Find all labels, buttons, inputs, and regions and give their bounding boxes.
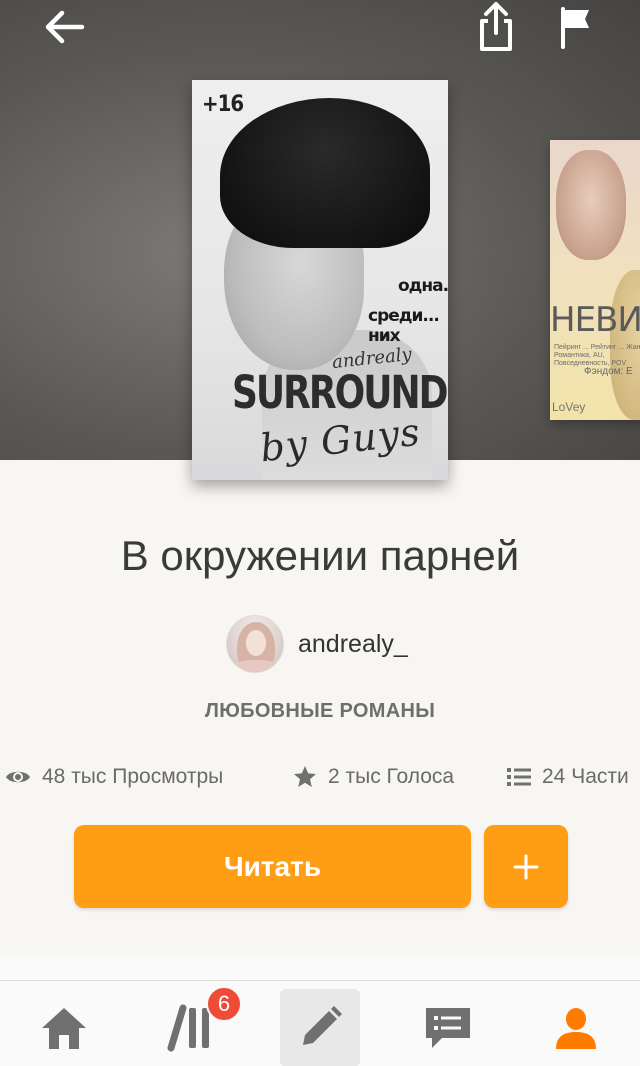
tab-home[interactable] xyxy=(24,989,104,1066)
views-stat: 48 тыс Просмотры xyxy=(4,756,223,798)
add-to-library-button[interactable] xyxy=(484,825,568,908)
plus-icon xyxy=(513,854,539,879)
next-cover-signature: LoVey xyxy=(552,400,586,414)
category-label[interactable]: ЛЮБОВНЫЕ РОМАНЫ xyxy=(0,700,640,723)
write-icon xyxy=(303,1006,342,1045)
parts-count: 24 Части xyxy=(542,765,629,788)
views-count: 48 тыс Просмотры xyxy=(42,765,224,788)
list-icon xyxy=(507,768,531,786)
bottom-tab-bar xyxy=(0,981,640,1066)
votes-stat: 2 тыс Голоса xyxy=(292,756,454,798)
eye-icon xyxy=(6,771,30,783)
votes-count: 2 тыс Голоса xyxy=(328,765,455,788)
share-icon xyxy=(480,2,512,51)
share-button[interactable] xyxy=(466,0,526,54)
messages-icon xyxy=(426,1008,470,1048)
profile-icon xyxy=(556,1008,596,1049)
home-icon xyxy=(42,1008,86,1049)
book-title: В окружении парней xyxy=(120,532,520,579)
flag-icon xyxy=(561,7,589,49)
cover-line-2: среди... них xyxy=(368,306,440,346)
cover-age-rating: +16 xyxy=(202,92,244,117)
back-button[interactable] xyxy=(34,0,94,54)
next-cover-small-text: Пейринг ... Рейтинг ... Жанры: Романтика… xyxy=(554,344,640,367)
library-badge: 6 xyxy=(206,986,242,1022)
tab-messages[interactable] xyxy=(408,989,488,1066)
tab-profile[interactable] xyxy=(536,989,616,1066)
next-cover-title: НЕВИД xyxy=(550,300,640,340)
cover-line-1: одна... xyxy=(398,276,448,296)
book-cover[interactable]: +16 одна... среди... них andrealy SURROU… xyxy=(192,80,448,480)
stats-row: 48 тыс Просмотры 2 тыс Голоса 24 Части xyxy=(0,756,640,798)
author-name: andrealy_ xyxy=(298,629,408,658)
next-book-cover[interactable]: НЕВИД Пейринг ... Рейтинг ... Жанры: Ром… xyxy=(550,140,640,420)
read-button[interactable]: Читать xyxy=(74,825,471,908)
section-divider xyxy=(0,955,640,981)
arrow-left-icon xyxy=(45,10,85,44)
star-icon xyxy=(294,766,316,787)
next-cover-fandom: Фэндом: Е xyxy=(584,366,633,377)
tab-write[interactable] xyxy=(280,989,360,1066)
avatar xyxy=(226,615,284,673)
report-button[interactable] xyxy=(546,0,606,54)
author-link[interactable]: andrealy_ xyxy=(226,614,408,674)
parts-stat: 24 Части xyxy=(506,756,629,798)
